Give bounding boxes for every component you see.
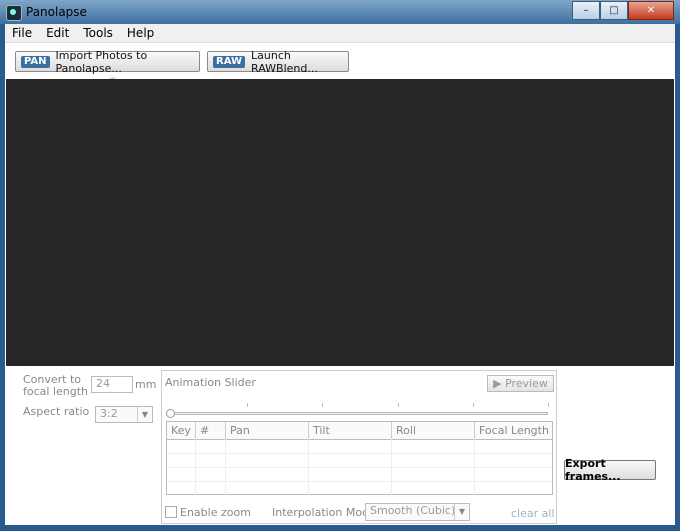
menu-file[interactable]: File: [5, 24, 39, 42]
bottom-panel: Convert to focal length 24 mm Aspect rat…: [5, 366, 675, 525]
column-header-tilt[interactable]: Tilt: [309, 422, 392, 439]
column-header-pan[interactable]: Pan: [226, 422, 309, 439]
table-gridline: [474, 439, 475, 495]
chevron-down-icon: ▼: [454, 504, 469, 520]
interpolation-mode-value: Smooth (Cubic): [370, 504, 456, 517]
focal-length-unit: mm: [135, 378, 157, 391]
interpolation-mode-label: Interpolation Mode:: [272, 506, 380, 519]
animation-slider-track[interactable]: [172, 412, 548, 415]
aspect-ratio-value: 3:2: [100, 407, 118, 420]
import-photos-button[interactable]: PAN Import Photos to Panolapse...: [15, 48, 200, 75]
column-header-number[interactable]: #: [196, 422, 226, 439]
table-gridline: [195, 439, 196, 495]
column-header-focal-length[interactable]: Focal Length: [475, 422, 553, 439]
menu-edit[interactable]: Edit: [39, 24, 76, 42]
preview-button[interactable]: ▶ Preview: [487, 375, 554, 392]
keyframe-table[interactable]: Key # Pan Tilt Roll Focal Length: [166, 421, 553, 495]
enable-zoom-label: Enable zoom: [180, 506, 251, 519]
menu-bar: File Edit Tools Help: [5, 24, 675, 43]
app-icon: [6, 5, 22, 21]
aspect-ratio-label: Aspect ratio: [23, 405, 90, 418]
launch-rawblend-button[interactable]: RAW Launch RAWBlend...: [207, 48, 349, 75]
slider-tick: [322, 403, 323, 407]
clear-all-link[interactable]: clear all: [511, 507, 554, 520]
slider-tick: [398, 403, 399, 407]
app-window: Panolapse – □ ✕ File Edit Tools Help PAN…: [0, 0, 680, 531]
export-frames-button[interactable]: Export frames...: [564, 457, 656, 483]
minimize-button[interactable]: –: [572, 1, 600, 20]
table-gridline: [225, 439, 226, 495]
enable-zoom-checkbox[interactable]: [165, 506, 177, 518]
maximize-button[interactable]: □: [600, 1, 628, 20]
launch-rawblend-label: Launch RAWBlend...: [251, 48, 318, 75]
focal-length-input[interactable]: 24: [91, 376, 133, 393]
focal-length-label-line2: focal length: [23, 385, 89, 398]
client-area: File Edit Tools Help PAN Import Photos t…: [5, 24, 675, 525]
slider-tick: [548, 403, 549, 407]
table-gridline: [391, 439, 392, 495]
preview-viewport[interactable]: [6, 79, 674, 366]
chevron-down-icon: ▼: [137, 407, 152, 422]
interpolation-mode-select[interactable]: Smooth (Cubic) ▼: [365, 503, 470, 521]
window-title: Panolapse: [26, 5, 87, 19]
keyframe-table-header: Key # Pan Tilt Roll Focal Length: [167, 422, 552, 440]
slider-tick: [473, 403, 474, 407]
column-header-key[interactable]: Key: [167, 422, 196, 439]
slider-tick: [247, 403, 248, 407]
close-button[interactable]: ✕: [628, 1, 674, 20]
import-photos-label: Import Photos to Panolapse...: [55, 48, 148, 75]
animation-slider-title: Animation Slider: [165, 376, 256, 389]
column-header-roll[interactable]: Roll: [392, 422, 475, 439]
toolbar: PAN Import Photos to Panolapse... RAW La…: [5, 43, 675, 96]
raw-badge: RAW: [213, 55, 246, 68]
menu-tools[interactable]: Tools: [76, 24, 120, 42]
table-gridline: [308, 439, 309, 495]
animation-slider-thumb[interactable]: [166, 409, 175, 418]
aspect-ratio-select[interactable]: 3:2 ▼: [95, 406, 153, 423]
pan-badge: PAN: [21, 55, 50, 68]
title-bar[interactable]: Panolapse – □ ✕: [0, 0, 680, 24]
animation-panel: Animation Slider ▶ Preview Key # Pan Til…: [161, 370, 557, 524]
menu-help[interactable]: Help: [120, 24, 161, 42]
